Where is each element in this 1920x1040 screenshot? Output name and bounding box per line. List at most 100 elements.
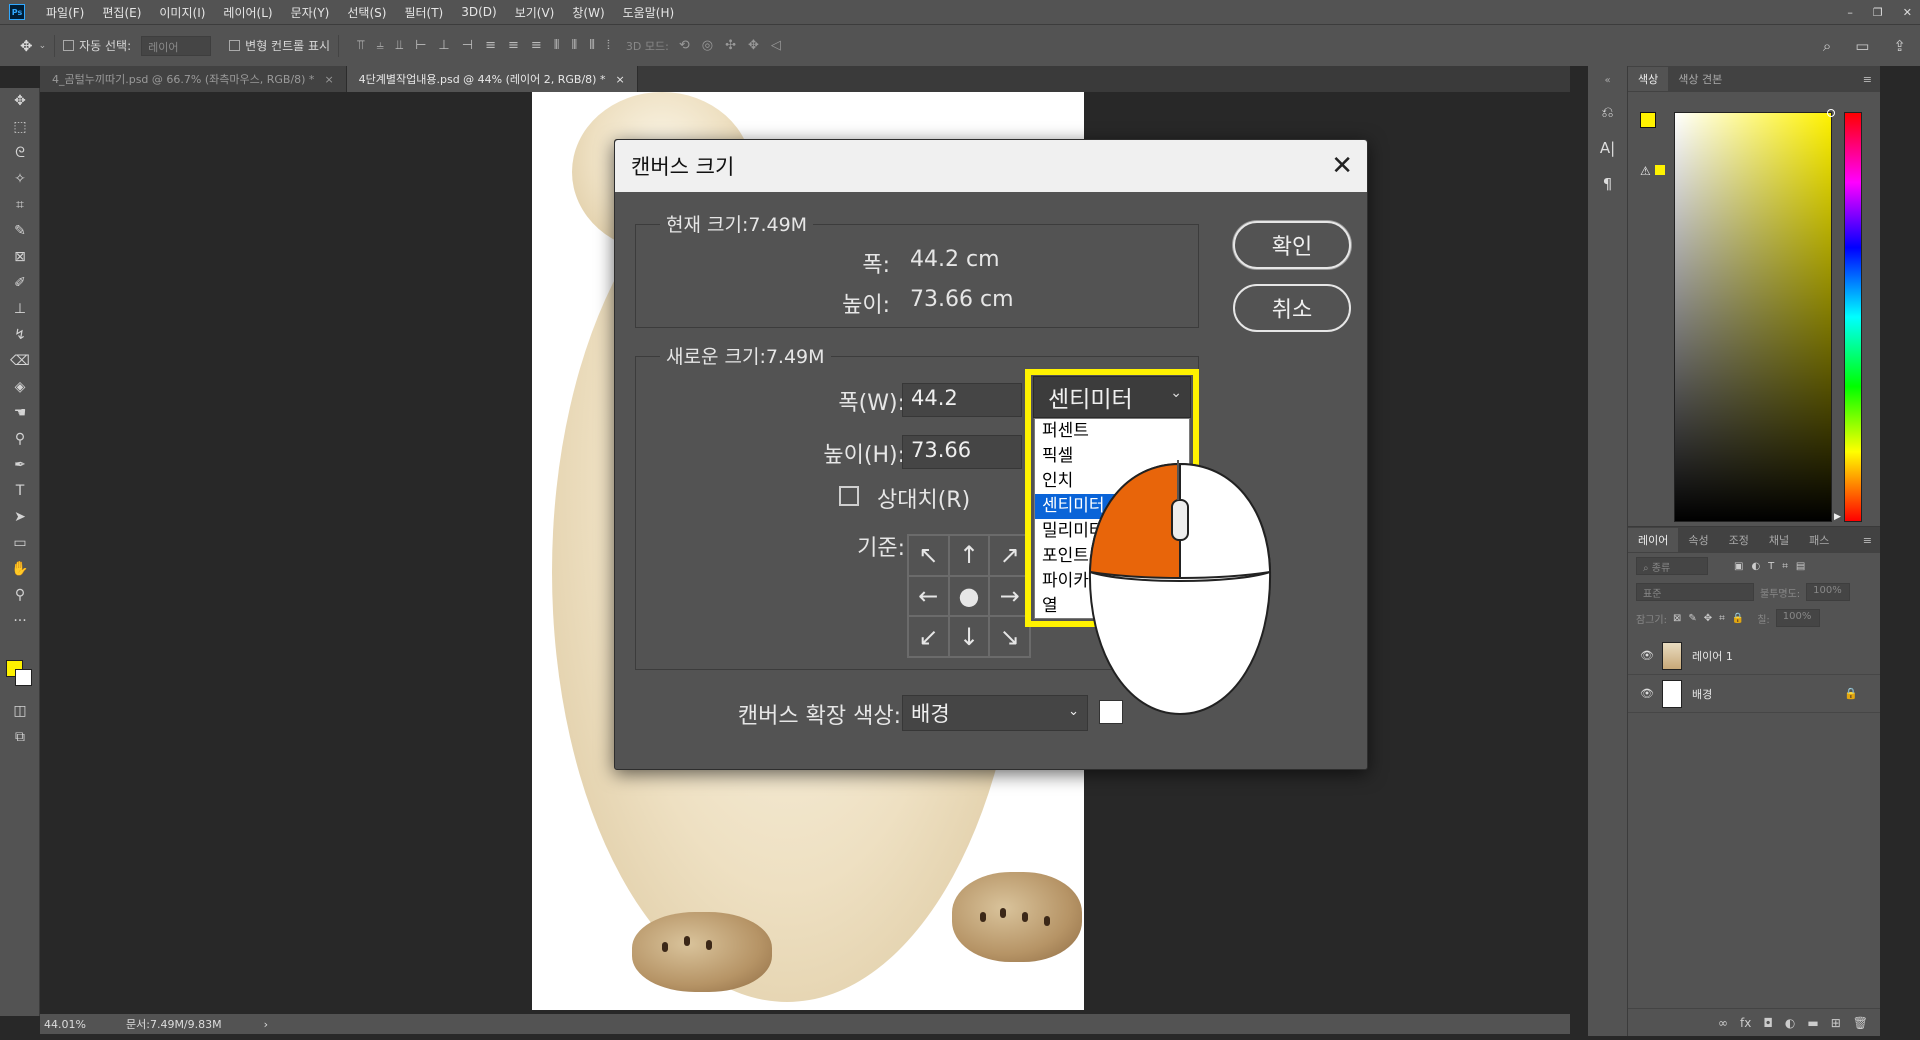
workspace-icon[interactable]: ▭	[1855, 37, 1869, 55]
hue-slider[interactable]	[1844, 112, 1862, 522]
tab-color[interactable]: 색상	[1628, 67, 1669, 91]
anchor-bottom-arrow-icon[interactable]: ↓	[948, 616, 990, 657]
layer-row[interactable]: 👁 배경 🔒	[1628, 675, 1880, 713]
zoom-level[interactable]: 44.01%	[44, 1018, 114, 1031]
align-right-icon[interactable]: ⊣	[462, 38, 473, 53]
anchor-left-arrow-icon[interactable]: ←	[908, 575, 949, 617]
restore-icon[interactable]: ❐	[1873, 6, 1883, 19]
cancel-button[interactable]: 취소	[1233, 284, 1351, 332]
close-icon[interactable]: ×	[324, 73, 333, 86]
move-tool-icon[interactable]: ✥	[20, 37, 33, 55]
align-vcenter-icon[interactable]: ⫨	[376, 38, 383, 53]
menu-select[interactable]: 선택(S)	[338, 4, 395, 21]
more-tools-icon[interactable]: ···	[0, 608, 40, 634]
paint-bucket-tool-icon[interactable]: ◈	[0, 374, 40, 400]
layer-filter-icons[interactable]: ▣◐T⌗▤	[1734, 561, 1813, 572]
tab-paths[interactable]: 패스	[1799, 528, 1839, 552]
height-input[interactable]: 73.66	[902, 435, 1022, 469]
smudge-tool-icon[interactable]: ☚	[0, 400, 40, 426]
menu-layer[interactable]: 레이어(L)	[214, 4, 281, 21]
dodge-tool-icon[interactable]: ⚲	[0, 426, 40, 452]
tab-adjustments[interactable]: 조정	[1719, 528, 1759, 552]
tab-document-2[interactable]: 4단계별작업내용.psd @ 44% (레이어 2, RGB/8) * ×	[346, 66, 638, 92]
type-tool-icon[interactable]: T	[0, 478, 40, 504]
menu-image[interactable]: 이미지(I)	[150, 4, 214, 21]
transform-controls-checkbox[interactable]	[229, 40, 241, 51]
distribute-bottom-icon[interactable]: ≡	[531, 38, 542, 53]
collapse-icon[interactable]: «	[1588, 66, 1627, 94]
menu-view[interactable]: 보기(V)	[506, 4, 564, 21]
anchor-top-right-arrow-icon[interactable]: ↗	[989, 535, 1030, 576]
quick-mask-icon[interactable]: ◫	[0, 698, 40, 724]
width-unit-dropdown[interactable]: 센티미터 ⌄	[1033, 376, 1191, 418]
align-top-icon[interactable]: ⫪	[357, 38, 364, 53]
menu-file[interactable]: 파일(F)	[37, 4, 93, 21]
tab-channels[interactable]: 채널	[1759, 528, 1799, 552]
lock-icons[interactable]: ⊠✎✥⌗🔒	[1673, 613, 1751, 624]
distribute-top-icon[interactable]: ≡	[485, 38, 496, 53]
tab-layers[interactable]: 레이어	[1628, 528, 1679, 552]
panel-menu-icon[interactable]: ≡	[1863, 73, 1872, 86]
menu-window[interactable]: 창(W)	[563, 4, 613, 21]
status-menu-arrow-icon[interactable]: ›	[264, 1018, 268, 1031]
zoom-tool-icon[interactable]: ⚲	[0, 582, 40, 608]
hand-tool-icon[interactable]: ✋	[0, 556, 40, 582]
layer-name[interactable]: 배경	[1692, 686, 1712, 702]
pen-tool-icon[interactable]: ✒	[0, 452, 40, 478]
magic-wand-tool-icon[interactable]: ✧	[0, 166, 40, 192]
eraser-tool-icon[interactable]: ⌫	[0, 348, 40, 374]
distribute-hcenter-icon[interactable]: ⦀	[572, 38, 578, 53]
close-icon[interactable]: ✕	[1331, 151, 1353, 181]
new-group-icon[interactable]: ▬	[1807, 1016, 1818, 1030]
eye-icon[interactable]: 👁	[1640, 687, 1654, 700]
color-picker-field[interactable]	[1674, 109, 1835, 522]
search-icon[interactable]: ⌕	[1823, 37, 1831, 55]
history-brush-tool-icon[interactable]: ↯	[0, 322, 40, 348]
3d-orbit-icon[interactable]: ⟲	[679, 38, 690, 53]
menu-help[interactable]: 도움말(H)	[614, 4, 684, 21]
layer-filter-dropdown[interactable]: ⌕ 종류	[1636, 557, 1708, 575]
anchor-center-dot-icon[interactable]: ●	[948, 575, 990, 617]
lasso-tool-icon[interactable]: ᘓ	[0, 140, 40, 166]
3d-slide-icon[interactable]: ✥	[748, 38, 759, 53]
relative-label[interactable]: 상대치(R)	[877, 482, 970, 514]
align-bottom-icon[interactable]: ⫫	[396, 38, 403, 53]
tab-properties[interactable]: 속성	[1678, 528, 1718, 552]
minimize-icon[interactable]: –	[1847, 6, 1853, 19]
crop-tool-icon[interactable]: ⌗	[0, 192, 40, 218]
unit-option-percent[interactable]: 퍼센트	[1035, 419, 1189, 444]
close-icon[interactable]: ×	[615, 73, 624, 86]
adjustment-layer-icon[interactable]: ◐	[1785, 1016, 1795, 1030]
blend-mode-dropdown[interactable]: 표준	[1636, 583, 1754, 601]
tab-swatches[interactable]: 색상 견본	[1668, 67, 1732, 91]
tab-document-1[interactable]: 4_곰털누끼따기.psd @ 66.7% (좌측마우스, RGB/8) * ×	[40, 66, 347, 92]
3d-scale-icon[interactable]: ◁	[771, 38, 781, 53]
panel-menu-icon[interactable]: ≡	[1863, 534, 1872, 547]
close-window-icon[interactable]: ✕	[1903, 6, 1912, 19]
extension-color-dropdown[interactable]: 배경 ⌄	[902, 695, 1088, 731]
share-icon[interactable]: ⇪	[1893, 37, 1906, 55]
hue-slider-handle-icon[interactable]: ▶	[1834, 512, 1841, 522]
history-panel-icon[interactable]: ⎌	[1588, 94, 1627, 130]
anchor-bottom-right-arrow-icon[interactable]: ↘	[989, 616, 1030, 657]
auto-select-dropdown[interactable]: 레이어	[141, 35, 212, 56]
stamp-tool-icon[interactable]: ⊥	[0, 296, 40, 322]
delete-layer-icon[interactable]: 🗑	[1853, 1016, 1868, 1030]
menu-filter[interactable]: 필터(T)	[395, 4, 452, 21]
align-hcenter-icon[interactable]: ⊥	[438, 38, 449, 53]
new-layer-icon[interactable]: ⊞	[1831, 1016, 1841, 1030]
layer-style-icon[interactable]: fx	[1740, 1016, 1751, 1030]
paragraph-panel-icon[interactable]: ¶	[1588, 166, 1627, 202]
character-panel-icon[interactable]: A|	[1588, 130, 1627, 166]
rectangle-tool-icon[interactable]: ▭	[0, 530, 40, 556]
menu-3d[interactable]: 3D(D)	[452, 5, 505, 19]
anchor-bottom-left-arrow-icon[interactable]: ↙	[908, 616, 949, 657]
layer-mask-icon[interactable]: ◘	[1763, 1016, 1773, 1030]
distribute-right-icon[interactable]: ⦀	[589, 38, 595, 53]
anchor-right-arrow-icon[interactable]: →	[989, 575, 1030, 617]
3d-pan-icon[interactable]: ✣	[725, 38, 736, 53]
3d-roll-icon[interactable]: ◎	[702, 38, 713, 53]
eye-icon[interactable]: 👁	[1640, 649, 1654, 662]
auto-align-icon[interactable]: ⦙	[607, 38, 610, 53]
move-tool-icon[interactable]: ✥	[0, 88, 40, 114]
